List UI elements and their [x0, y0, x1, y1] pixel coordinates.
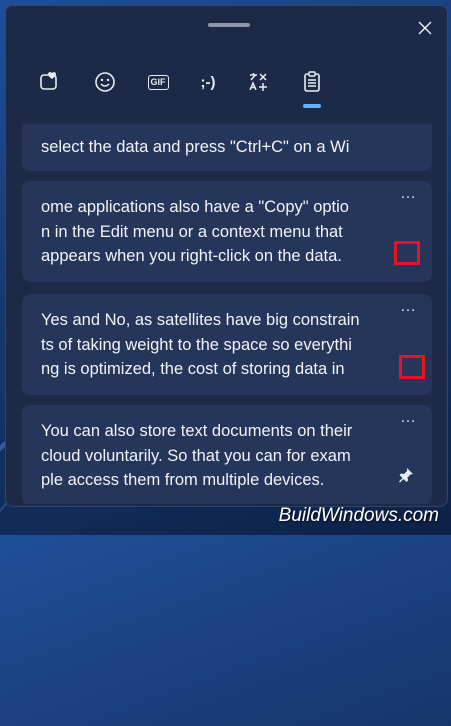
watermark-text: BuildWindows.com	[278, 505, 439, 526]
clipboard-item[interactable]: You can also store text documents on the…	[22, 405, 432, 504]
scrollbar-thumb[interactable]	[447, 303, 448, 339]
tab-kaomoji[interactable]: ;-)	[190, 64, 226, 100]
emoji-icon	[95, 72, 115, 92]
kaomoji-icon: ;-)	[200, 73, 216, 91]
close-button[interactable]	[411, 14, 439, 42]
tab-gif[interactable]: GIF	[140, 64, 176, 100]
highlight-box	[394, 241, 420, 265]
clipboard-item[interactable]: select the data and press "Ctrl+C" on a …	[22, 124, 432, 171]
more-icon: ···	[400, 188, 416, 205]
clipboard-item-text: select the data and press "Ctrl+C" on a …	[41, 138, 350, 156]
tab-bar: GIF ;-)	[32, 64, 352, 110]
clipboard-item-text: Yes and No, as satellites have big const…	[41, 311, 360, 378]
clipboard-item-text: ome applications also have a "Copy" opti…	[41, 198, 349, 265]
tab-most-recent[interactable]	[32, 64, 68, 100]
close-icon	[418, 21, 432, 35]
symbols-icon	[249, 73, 267, 91]
tab-emoji[interactable]	[87, 64, 123, 100]
heart-box-icon	[40, 72, 57, 90]
clipboard-item[interactable]: Yes and No, as satellites have big const…	[22, 294, 432, 395]
more-icon: ···	[400, 412, 416, 429]
highlight-box	[399, 355, 425, 379]
tab-symbols[interactable]	[241, 64, 277, 100]
more-options-button[interactable]: ···	[396, 188, 420, 215]
gif-icon: GIF	[147, 74, 169, 90]
more-icon: ···	[400, 301, 416, 318]
clipboard-icon	[304, 71, 320, 92]
clipboard-panel: GIF ;-) select the data and press "Ctrl+	[5, 5, 448, 507]
pin-icon	[399, 468, 413, 483]
clipboard-item[interactable]: ome applications also have a "Copy" opti…	[22, 181, 432, 282]
more-options-button[interactable]: ···	[396, 301, 420, 328]
drag-handle[interactable]	[208, 23, 250, 27]
unpin-button[interactable]	[398, 467, 418, 487]
clipboard-item-text: You can also store text documents on the…	[41, 422, 353, 489]
more-options-button[interactable]: ···	[396, 412, 420, 439]
tab-clipboard[interactable]	[294, 64, 330, 100]
clipboard-history-list: select the data and press "Ctrl+C" on a …	[22, 124, 432, 504]
selected-tab-indicator	[303, 104, 321, 108]
